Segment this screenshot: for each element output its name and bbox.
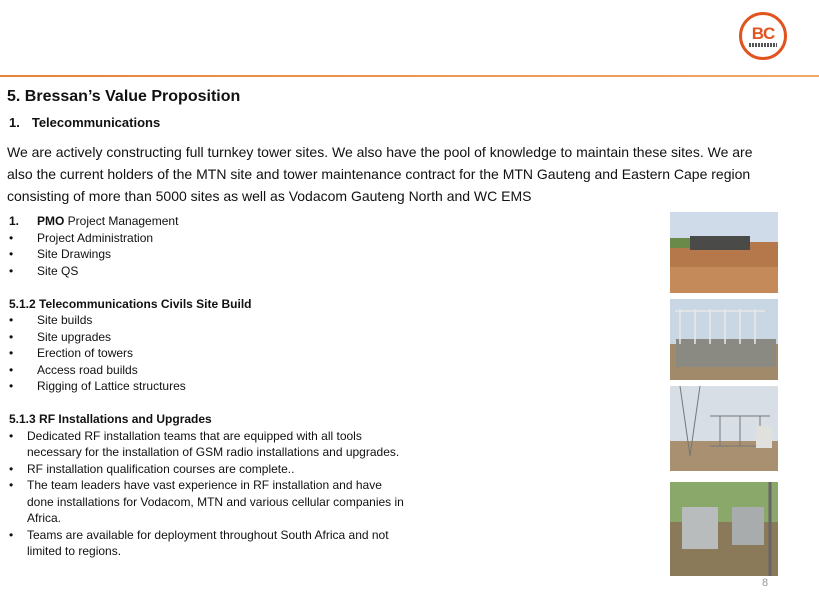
services-list: 1. PMO Project Management • Project Admini… xyxy=(9,213,409,560)
bullet-icon: • xyxy=(9,461,14,476)
page-title: 5. Bressan’s Value Proposition xyxy=(7,88,241,105)
rf-items: • Dedicated RF installation teams that ar… xyxy=(9,428,409,560)
bullet-icon: • xyxy=(9,230,14,245)
equipment-cabinet-photo xyxy=(670,482,778,576)
logo-text: BC xyxy=(751,23,776,43)
intro-paragraph: We are actively constructing full turnke… xyxy=(7,144,753,204)
bullet-icon: • xyxy=(9,247,14,261)
list-item: • Access road builds xyxy=(9,362,409,379)
section-heading: 1. Telecommunications xyxy=(9,115,161,130)
list-item: • Site Drawings xyxy=(9,246,409,263)
list-item-text: RF installation qualification courses ar… xyxy=(27,461,295,476)
civils-items: • Site builds • Site upgrades • Erection of t… xyxy=(9,312,409,395)
bullet-icon: • xyxy=(9,362,14,377)
pmo-heading: 1. PMO Project Management xyxy=(9,214,179,228)
list-item: • Site upgrades xyxy=(9,329,409,346)
bullet-icon: • xyxy=(9,478,14,492)
list-item: • Erection of towers xyxy=(9,345,409,362)
site-foundation-photo xyxy=(670,212,778,293)
list-item-text: The team leaders have vast experience in… xyxy=(27,478,404,525)
header-divider xyxy=(0,75,819,77)
tower-construction-photo xyxy=(670,386,778,471)
list-item-text: Dedicated RF installation teams that are… xyxy=(27,428,400,460)
list-item-text: Rigging of Lattice structures xyxy=(37,379,186,393)
list-item: • Rigging of Lattice structures xyxy=(9,378,409,395)
company-logo: BC xyxy=(739,12,787,60)
bullet-icon: • xyxy=(9,346,14,360)
list-item: • Dedicated RF installation teams that ar… xyxy=(9,428,409,461)
list-item-text: Access road builds xyxy=(37,362,138,377)
list-item: • The team leaders have vast experience i… xyxy=(9,477,409,527)
bullet-icon: • xyxy=(9,313,14,327)
pmo-items: • Project Administration • Site Drawings • Si… xyxy=(9,230,409,280)
list-item: • Project Administration xyxy=(9,230,409,247)
list-item-text: Teams are available for deployment throu… xyxy=(27,527,389,559)
list-item-text: Site Drawings xyxy=(37,247,112,261)
list-item: • RF installation qualification courses a… xyxy=(9,461,409,478)
bullet-icon: • xyxy=(9,428,14,443)
page-number: 8 xyxy=(762,577,769,589)
bullet-icon: • xyxy=(9,263,14,278)
bullet-icon: • xyxy=(9,329,14,344)
list-item: • Site builds xyxy=(9,312,409,329)
civils-heading: 5.1.2 Telecommunications Civils Site Bui… xyxy=(9,296,252,311)
list-item-text: Site upgrades xyxy=(37,329,112,344)
list-item: • Site QS xyxy=(9,263,409,280)
list-item: • Teams are available for deployment thro… xyxy=(9,527,409,560)
list-item-text: Project Administration xyxy=(37,230,154,245)
bullet-icon: • xyxy=(9,379,14,393)
list-item-text: Site QS xyxy=(37,263,79,278)
fenced-site-photo xyxy=(670,299,778,380)
bullet-icon: • xyxy=(9,527,14,542)
list-item-text: Site builds xyxy=(37,313,93,327)
list-item-text: Erection of towers xyxy=(37,346,134,360)
rf-heading: 5.1.3 RF Installations and Upgrades xyxy=(9,412,212,426)
